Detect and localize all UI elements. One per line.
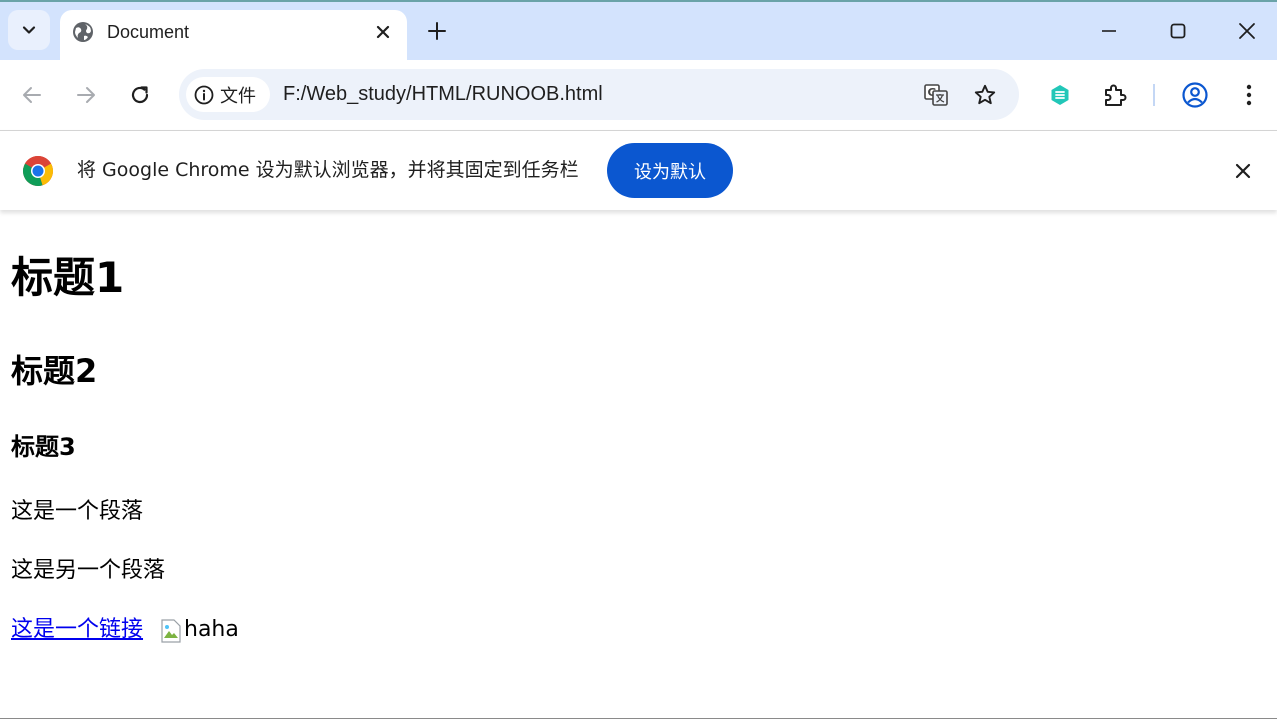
heading-1: 标题1 [11,253,125,302]
image-alt-text: haha [184,617,239,642]
close-icon [1239,23,1255,39]
extension-button[interactable] [1045,80,1075,110]
heading-3: 标题3 [11,433,76,461]
maximize-icon [1170,23,1186,39]
close-icon [376,25,390,39]
address-bar[interactable]: 文件 F:/Web_study/HTML/RUNOOB.html G [179,69,1019,120]
reload-button[interactable] [125,80,155,110]
new-tab-button[interactable] [422,16,452,46]
profile-button[interactable] [1180,80,1210,110]
infobar-close-button[interactable] [1228,156,1258,186]
set-default-button[interactable]: 设为默认 [607,143,733,198]
toolbar: 文件 F:/Web_study/HTML/RUNOOB.html G [0,60,1277,130]
chrome-logo-icon [22,155,54,186]
chevron-down-icon [22,26,36,34]
extensions-menu-button[interactable] [1100,80,1130,110]
arrow-left-icon [23,87,41,103]
close-icon [1235,163,1251,179]
infobar-message: 将 Google Chrome 设为默认浏览器，并将其固定到任务栏 [77,159,579,181]
arrow-right-icon [77,87,95,103]
info-icon [194,85,214,104]
broken-image: haha [160,612,239,644]
plus-icon [428,22,446,40]
minimize-button[interactable] [1094,16,1124,46]
globe-icon [73,22,93,42]
url-text[interactable]: F:/Web_study/HTML/RUNOOB.html [283,82,603,106]
page-content: 标题1 标题2 标题3 这是一个段落 这是另一个段落 这是一个链接 haha [0,210,1277,719]
window-close-button[interactable] [1232,16,1262,46]
tab-title: Document [107,22,190,42]
site-info-chip[interactable]: 文件 [186,77,270,112]
puzzle-icon [1105,84,1127,106]
translate-icon: G [924,84,948,106]
paragraph-1: 这是一个段落 [11,499,144,524]
minimize-icon [1102,30,1116,32]
paragraph-2: 这是另一个段落 [11,558,166,583]
heading-2: 标题2 [11,352,98,390]
profile-icon [1182,82,1208,108]
default-browser-infobar: 将 Google Chrome 设为默认浏览器，并将其固定到任务栏 设为默认 [0,130,1277,210]
reload-icon [131,86,149,104]
back-button[interactable] [17,80,47,110]
extension-icon [1051,85,1069,105]
kebab-menu-icon [1246,84,1252,106]
toolbar-divider [1153,84,1155,106]
site-info-label: 文件 [220,85,256,107]
active-tab[interactable]: Document [60,10,407,62]
translate-button[interactable]: G [921,80,951,110]
tab-close-button[interactable] [372,21,394,43]
broken-image-icon [161,619,181,643]
tab-search-button[interactable] [8,10,50,50]
bookmark-button[interactable] [970,80,1000,110]
maximize-button[interactable] [1163,16,1193,46]
forward-button[interactable] [71,80,101,110]
chrome-menu-button[interactable] [1234,80,1264,110]
page-link[interactable]: 这是一个链接 [11,616,143,644]
star-icon [974,84,996,105]
tab-strip: Document [0,0,1277,62]
